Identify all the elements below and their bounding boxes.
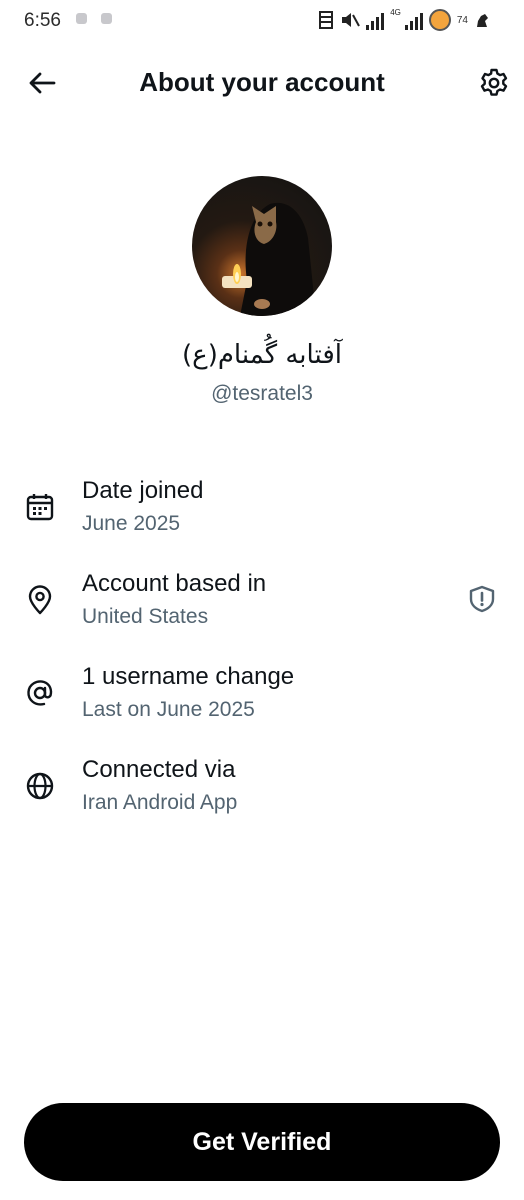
avatar-image	[222, 202, 316, 316]
get-verified-button[interactable]: Get Verified	[24, 1103, 500, 1181]
battery-icon	[428, 9, 451, 31]
account-based-in-value: United States	[82, 605, 209, 628]
account-based-in-label: Account based in	[82, 570, 267, 597]
connected-via-label: Connected via	[82, 756, 236, 783]
app-notification-icon	[477, 14, 488, 27]
signal-icon	[404, 10, 423, 30]
signal-icon	[366, 10, 385, 30]
info-connected-via: Connected via Iran Android App	[0, 756, 524, 826]
mute-icon	[342, 13, 361, 27]
top-app-bar: About your account	[0, 55, 524, 111]
avatar[interactable]	[192, 176, 332, 316]
shield-alert-icon[interactable]	[466, 583, 498, 615]
network-type: 4G	[390, 8, 401, 17]
date-joined-label: Date joined	[82, 477, 204, 504]
info-account-based-in: Account based in United States	[0, 570, 524, 640]
username-handle: @tesratel3	[211, 382, 313, 405]
notification-icon	[101, 13, 112, 24]
display-name: آفتابه گُمنام(ع)	[182, 340, 342, 370]
info-username-change: 1 username change Last on June 2025	[0, 663, 524, 733]
connected-via-value: Iran Android App	[82, 791, 238, 814]
status-time: 6:56	[24, 10, 61, 31]
gear-icon	[480, 68, 508, 96]
at-sign-icon	[22, 675, 58, 711]
location-pin-icon	[22, 582, 58, 618]
battery-level: 74	[456, 14, 468, 26]
date-joined-value: June 2025	[82, 512, 181, 535]
page-title: About your account	[139, 67, 385, 97]
calendar-icon	[22, 489, 58, 525]
globe-icon	[22, 768, 58, 804]
notification-icon	[76, 13, 87, 24]
about-account-screen: 6:56 4G 74 About your account آفتابه گُم…	[0, 0, 524, 1200]
status-bar: 6:56 4G 74	[0, 0, 524, 44]
username-change-value: Last on June 2025	[82, 698, 255, 721]
settings-button[interactable]	[470, 59, 518, 107]
info-date-joined: Date joined June 2025	[0, 477, 524, 547]
username-change-label: 1 username change	[82, 663, 295, 690]
vibrate-icon	[319, 11, 334, 29]
status-icons: 4G 74	[318, 8, 490, 32]
